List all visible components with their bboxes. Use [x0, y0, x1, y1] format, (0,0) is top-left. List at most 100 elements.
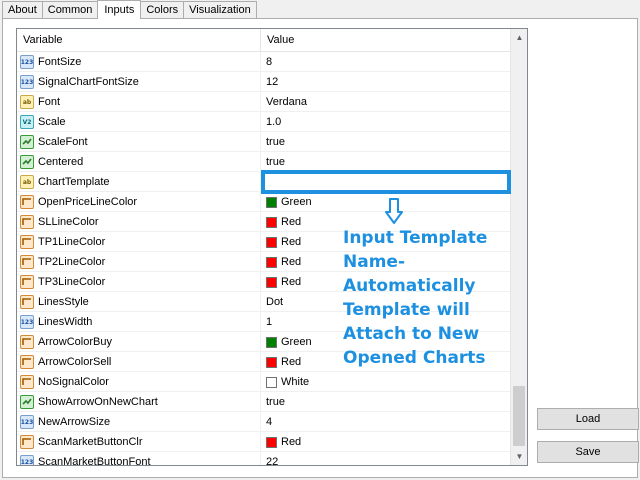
variable-cell: ArrowColorSell [17, 352, 261, 372]
value-text: 8 [266, 56, 273, 68]
color-icon [20, 435, 34, 449]
table-row[interactable]: ShowArrowOnNewChart true [17, 392, 511, 412]
int-icon: 123 [20, 415, 34, 429]
color-icon [20, 335, 34, 349]
grid-header: Variable Value [17, 29, 511, 52]
variable-cell: ScanMarketButtonClr [17, 432, 261, 452]
table-row[interactable]: ab Font Verdana [17, 92, 511, 112]
table-row[interactable]: 123 FontSize 8 [17, 52, 511, 72]
bool-icon [20, 395, 34, 409]
value-text: Red [281, 216, 302, 228]
color-swatch [266, 196, 277, 208]
value-text: White [281, 376, 310, 388]
variable-cell: 123 FontSize [17, 52, 261, 72]
variable-cell: ab Font [17, 92, 261, 112]
variable-cell: Centered [17, 152, 261, 172]
chart-template-highlight-box [261, 170, 511, 194]
variable-name: ScanMarketButtonFont [38, 456, 151, 466]
variable-name: ArrowColorBuy [38, 336, 112, 348]
load-button[interactable]: Load [537, 408, 639, 430]
table-row[interactable]: V2 Scale 1.0 [17, 112, 511, 132]
table-row[interactable]: ScaleFont true [17, 132, 511, 152]
variable-name: TP3LineColor [38, 276, 106, 288]
value-cell[interactable]: Verdana [261, 92, 511, 112]
scrollbar-thumb[interactable] [513, 386, 525, 446]
column-header-variable[interactable]: Variable [17, 29, 261, 52]
variable-cell: V2 Scale [17, 112, 261, 132]
value-cell[interactable]: 22 [261, 452, 511, 466]
value-cell[interactable]: White [261, 372, 511, 392]
scroll-down-arrow-icon[interactable]: ▼ [511, 448, 527, 465]
value-cell[interactable]: true [261, 392, 511, 412]
annotation-text: Input Template Name- Automatically Templ… [343, 226, 513, 370]
annotation-line: Template will [343, 300, 470, 320]
value-text: true [266, 156, 285, 168]
color-icon [20, 195, 34, 209]
variable-name: FontSize [38, 56, 82, 68]
bool-icon [20, 155, 34, 169]
tab-visualization[interactable]: Visualization [183, 1, 257, 18]
variable-cell: TP3LineColor [17, 272, 261, 292]
color-icon [20, 235, 34, 249]
table-row[interactable]: Centered true [17, 152, 511, 172]
variable-cell: ScaleFont [17, 132, 261, 152]
value-text: Green [281, 336, 312, 348]
value-text: 1.0 [266, 116, 282, 128]
tab-common[interactable]: Common [41, 1, 99, 18]
value-cell[interactable]: 1.0 [261, 112, 511, 132]
color-icon [20, 375, 34, 389]
save-button[interactable]: Save [537, 441, 639, 463]
down-arrow-icon [385, 198, 403, 224]
tab-colors[interactable]: Colors [140, 1, 185, 18]
variable-cell: 123 ScanMarketButtonFont [17, 452, 261, 466]
color-swatch [266, 216, 277, 228]
variable-name: NoSignalColor [38, 376, 109, 388]
column-header-value[interactable]: Value [261, 29, 511, 52]
table-row[interactable]: OpenPriceLineColor Green [17, 192, 511, 212]
int-icon: 123 [20, 75, 34, 89]
table-row[interactable]: 123 ScanMarketButtonFont 22 [17, 452, 511, 466]
table-row[interactable]: 123 NewArrowSize 4 [17, 412, 511, 432]
color-swatch [266, 376, 277, 388]
variable-name: Font [38, 96, 61, 108]
color-icon [20, 275, 34, 289]
variable-cell: SLLineColor [17, 212, 261, 232]
value-cell[interactable]: 4 [261, 412, 511, 432]
variable-cell: 123 LinesWidth [17, 312, 261, 332]
string-icon: ab [20, 175, 34, 189]
variable-name: SignalChartFontSize [38, 76, 139, 88]
value-cell[interactable]: Red [261, 432, 511, 452]
variable-cell: TP2LineColor [17, 252, 261, 272]
annotation-line: Name- [343, 252, 405, 272]
annotation-line: Automatically [343, 276, 476, 296]
variable-cell: TP1LineColor [17, 232, 261, 252]
value-cell[interactable]: 8 [261, 52, 511, 72]
value-cell[interactable]: true [261, 152, 511, 172]
value-cell[interactable]: true [261, 132, 511, 152]
value-text: Red [281, 436, 302, 448]
color-icon [20, 295, 34, 309]
scroll-up-arrow-icon[interactable]: ▲ [511, 29, 527, 46]
value-text: 12 [266, 76, 279, 88]
value-text: Red [281, 256, 302, 268]
double-icon: V2 [20, 115, 34, 129]
string-icon: ab [20, 95, 34, 109]
value-text: Verdana [266, 96, 307, 108]
variable-name: Centered [38, 156, 84, 168]
variable-name: LinesStyle [38, 296, 89, 308]
value-text: Green [281, 196, 312, 208]
color-swatch [266, 236, 277, 248]
variable-name: ScaleFont [38, 136, 88, 148]
int-icon: 123 [20, 455, 34, 465]
variable-name: TP1LineColor [38, 236, 106, 248]
table-row[interactable]: NoSignalColor White [17, 372, 511, 392]
value-cell[interactable]: 12 [261, 72, 511, 92]
tab-about[interactable]: About [2, 1, 43, 18]
table-row[interactable]: ScanMarketButtonClr Red [17, 432, 511, 452]
table-row[interactable]: 123 SignalChartFontSize 12 [17, 72, 511, 92]
value-text: 22 [266, 456, 279, 466]
int-icon: 123 [20, 315, 34, 329]
value-text: 1 [266, 316, 273, 328]
variable-name: ArrowColorSell [38, 356, 112, 368]
tab-inputs[interactable]: Inputs [97, 0, 142, 19]
